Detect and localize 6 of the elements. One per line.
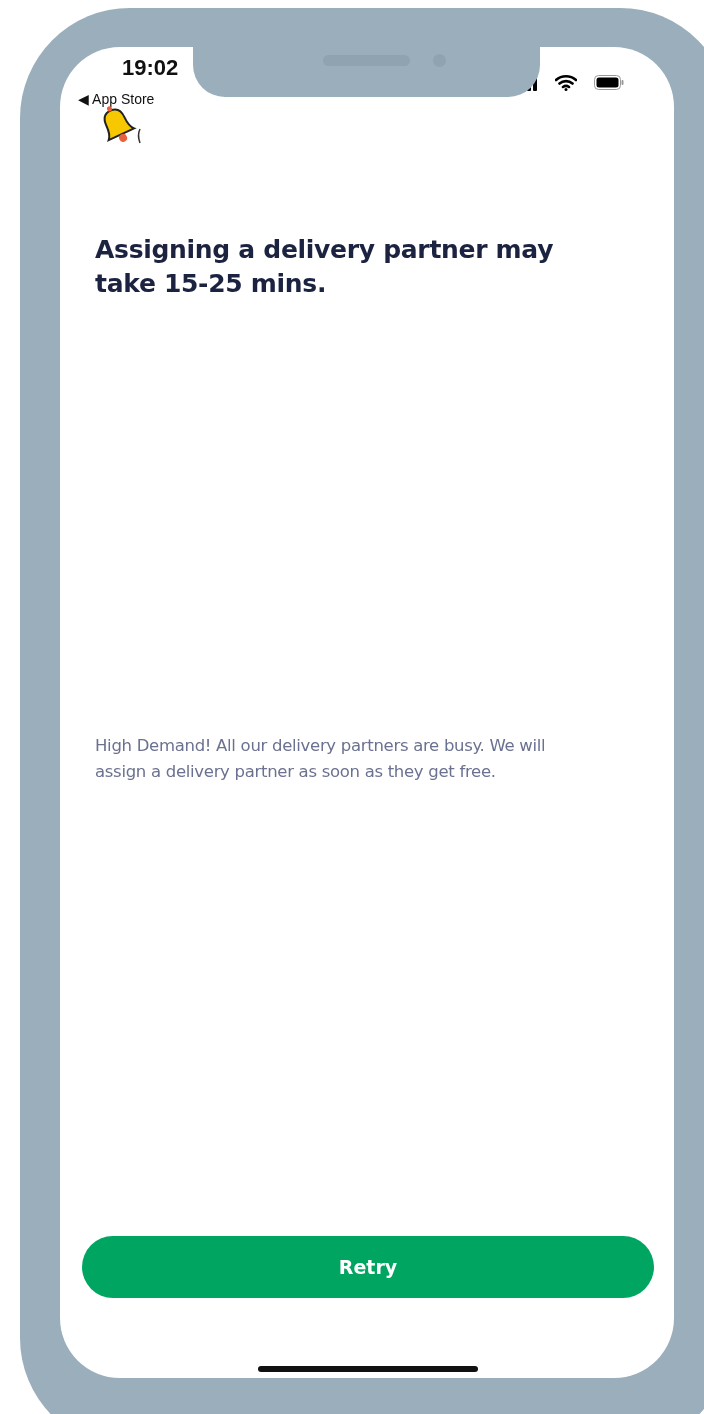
message: High Demand! All our delivery partners are busy. We will assign a delivery partner as soon as they get free. — [95, 735, 547, 783]
back-link[interactable]: ◀ App Store — [78, 91, 155, 107]
battery-icon — [594, 75, 624, 90]
status-time: 19:02 — [122, 55, 179, 81]
wifi-icon — [555, 74, 577, 91]
headline: Assigning a delivery partner may take 15-25 mins. — [95, 234, 555, 300]
